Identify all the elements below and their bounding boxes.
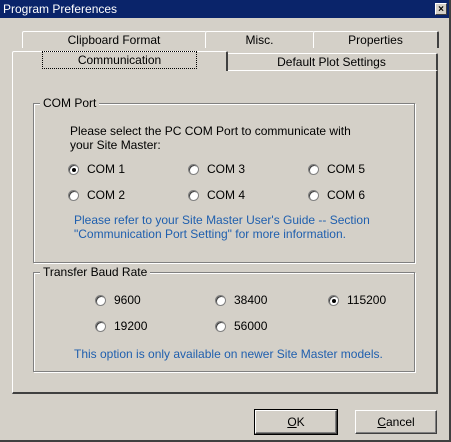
radio-label: COM 6: [327, 188, 366, 202]
ok-mnemonic: O: [287, 415, 297, 429]
title-bar[interactable]: Program Preferences ×: [0, 0, 449, 18]
radio-selected-icon: [68, 163, 79, 175]
radio-label: COM 3: [207, 162, 246, 176]
radio-icon: [95, 294, 106, 306]
radio-label: 115200: [347, 293, 387, 307]
tab-misc[interactable]: Misc.: [205, 31, 315, 48]
radio-label: COM 1: [87, 162, 126, 176]
tab-label: Properties: [348, 33, 403, 47]
close-icon[interactable]: ×: [435, 3, 447, 15]
radio-com4[interactable]: COM 4: [188, 187, 245, 203]
radio-label: COM 5: [327, 162, 366, 176]
radio-selected-icon: [328, 294, 339, 306]
cancel-mnemonic: C: [377, 415, 386, 429]
tab-panel: COM Port Please select the PC COM Port t…: [12, 70, 438, 394]
radio-baud-19200[interactable]: 19200: [95, 318, 147, 334]
tab-default-plot-settings[interactable]: Default Plot Settings: [226, 53, 438, 70]
radio-com3[interactable]: COM 3: [188, 161, 245, 177]
radio-icon: [215, 320, 226, 332]
baud-rate-group-title: Transfer Baud Rate: [40, 265, 151, 279]
radio-com5[interactable]: COM 5: [308, 161, 365, 177]
radio-baud-56000[interactable]: 56000: [215, 318, 267, 334]
radio-icon: [308, 163, 319, 175]
window-title: Program Preferences: [3, 2, 118, 16]
com-port-note: Please refer to your Site Master User's …: [74, 213, 370, 227]
tab-label: Misc.: [245, 33, 274, 47]
radio-label: 56000: [234, 319, 268, 333]
radio-icon: [95, 320, 106, 332]
radio-label: 9600: [114, 293, 141, 307]
radio-baud-115200[interactable]: 115200: [328, 292, 386, 308]
radio-com6[interactable]: COM 6: [308, 187, 365, 203]
com-port-group-title: COM Port: [40, 96, 100, 110]
radio-com2[interactable]: COM 2: [68, 187, 125, 203]
cancel-label: ancel: [385, 415, 415, 429]
radio-icon: [308, 189, 319, 201]
tab-communication[interactable]: Communication: [12, 51, 228, 71]
radio-label: 38400: [234, 293, 268, 307]
radio-baud-9600[interactable]: 9600: [95, 292, 141, 308]
radio-icon: [215, 294, 226, 306]
com-port-instruction: Please select the PC COM Port to communi…: [70, 124, 351, 138]
radio-icon: [188, 189, 199, 201]
tab-label: Default Plot Settings: [277, 55, 386, 69]
radio-icon: [68, 189, 79, 201]
ok-button[interactable]: OK: [254, 409, 338, 435]
com-port-instruction: your Site Master:: [70, 138, 161, 152]
radio-label: COM 2: [87, 188, 126, 202]
tab-label: Clipboard Format: [67, 33, 161, 47]
baud-rate-group: Transfer Baud Rate 9600 38400 115200 192…: [33, 265, 415, 372]
radio-baud-38400[interactable]: 38400: [215, 292, 267, 308]
preferences-dialog: Program Preferences × Clipboard Format M…: [0, 0, 451, 442]
ok-label: K: [296, 415, 305, 429]
radio-label: COM 4: [207, 188, 246, 202]
radio-label: 19200: [114, 319, 148, 333]
tab-clipboard-format[interactable]: Clipboard Format: [22, 31, 207, 48]
baud-rate-note: This option is only available on newer S…: [74, 347, 383, 361]
cancel-button[interactable]: Cancel: [355, 410, 437, 434]
tab-label: Communication: [41, 51, 198, 69]
tab-properties[interactable]: Properties: [313, 31, 439, 48]
com-port-group: COM Port Please select the PC COM Port t…: [33, 96, 415, 263]
com-port-note: "Communication Port Setting" for more in…: [74, 227, 346, 241]
radio-icon: [188, 163, 199, 175]
radio-com1[interactable]: COM 1: [68, 161, 125, 177]
